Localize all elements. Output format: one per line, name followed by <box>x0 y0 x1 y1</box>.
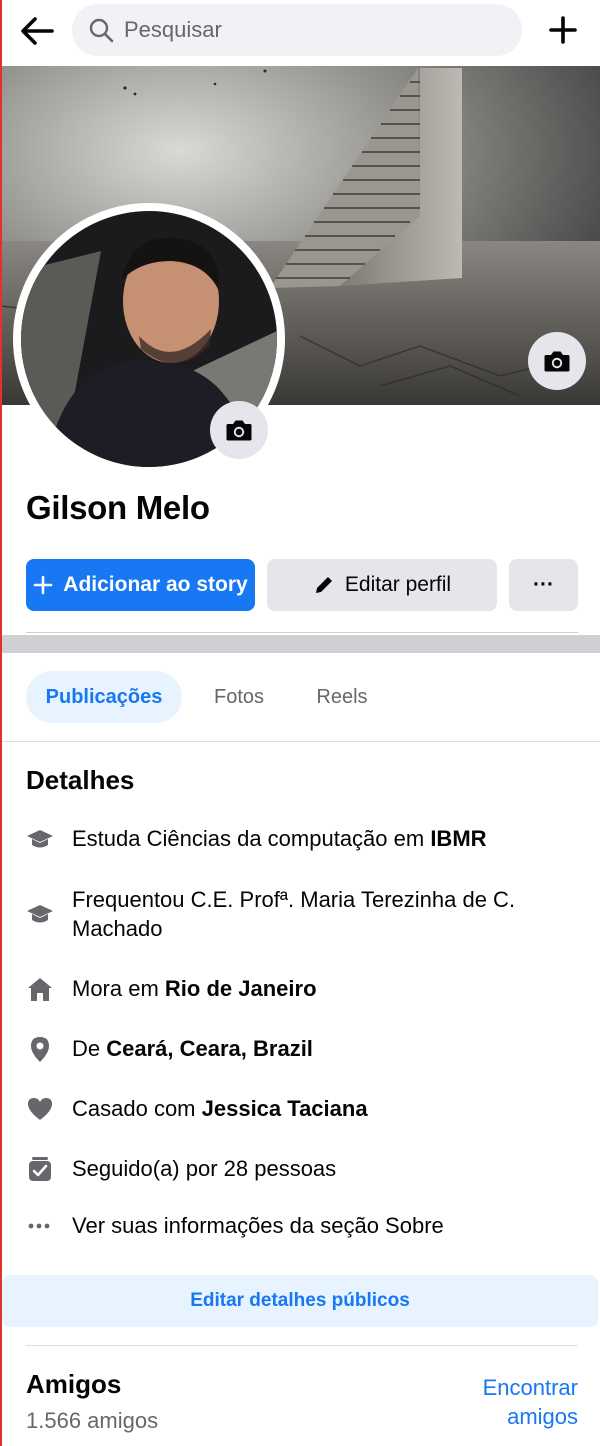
friends-title: Amigos <box>26 1369 122 1399</box>
more-dots-icon <box>28 1223 50 1229</box>
detail-text: Frequentou C.E. Profª. Maria Terezinha d… <box>72 887 516 941</box>
profile-name: Gilson Melo <box>26 489 210 526</box>
search-icon <box>89 18 114 43</box>
edit-profile-label: Editar perfil <box>344 573 452 596</box>
plus-icon <box>549 16 577 44</box>
add-to-story-label: Adicionar ao story <box>63 573 248 596</box>
search-input[interactable] <box>124 4 504 56</box>
pencil-icon <box>313 574 335 596</box>
detail-text: Casado com Jessica Taciana <box>72 1096 368 1121</box>
details-title: Detalhes <box>26 765 135 795</box>
more-dots-icon: ··· <box>533 573 554 596</box>
section-divider <box>0 635 600 653</box>
tab-reels[interactable]: Reels <box>296 671 388 723</box>
edit-profile-picture-button[interactable] <box>210 401 268 459</box>
detail-text: Ver suas informações da seção Sobre <box>72 1213 444 1238</box>
home-icon <box>28 978 52 1001</box>
detail-text: Seguido(a) por 28 pessoas <box>72 1156 337 1181</box>
back-button[interactable] <box>18 12 56 50</box>
add-to-story-button[interactable]: Adicionar ao story <box>26 559 255 611</box>
camera-icon <box>544 351 570 372</box>
tab-publicacoes[interactable]: Publicações <box>26 671 182 723</box>
find-friends-link[interactable]: Encontrar amigos <box>438 1373 578 1431</box>
heart-icon <box>28 1098 52 1120</box>
followers-icon <box>29 1157 51 1181</box>
edit-cover-button[interactable] <box>528 332 586 390</box>
edit-public-details-button[interactable]: Editar detalhes públicos <box>2 1275 598 1327</box>
plus-icon <box>33 575 53 595</box>
left-edge-line <box>0 0 2 1446</box>
top-bar <box>0 0 600 62</box>
tab-fotos[interactable]: Fotos <box>196 671 282 723</box>
divider <box>26 1345 578 1346</box>
camera-icon <box>226 420 252 441</box>
detail-text: Mora em Rio de Janeiro <box>72 976 317 1001</box>
edit-profile-button[interactable]: Editar perfil <box>267 559 497 611</box>
search-box[interactable] <box>72 4 522 56</box>
divider <box>26 632 578 633</box>
graduation-cap-icon <box>27 830 53 848</box>
create-button[interactable] <box>545 12 581 48</box>
location-pin-icon <box>31 1037 49 1062</box>
divider <box>0 741 600 742</box>
graduation-cap-icon <box>27 905 53 923</box>
friends-count: 1.566 amigos <box>26 1408 159 1433</box>
detail-text: De Ceará, Ceara, Brazil <box>72 1036 313 1061</box>
more-options-button[interactable]: ··· <box>509 559 578 611</box>
back-arrow-icon <box>21 17 54 45</box>
detail-text: Estuda Ciências da computação em IBMR <box>72 826 487 851</box>
